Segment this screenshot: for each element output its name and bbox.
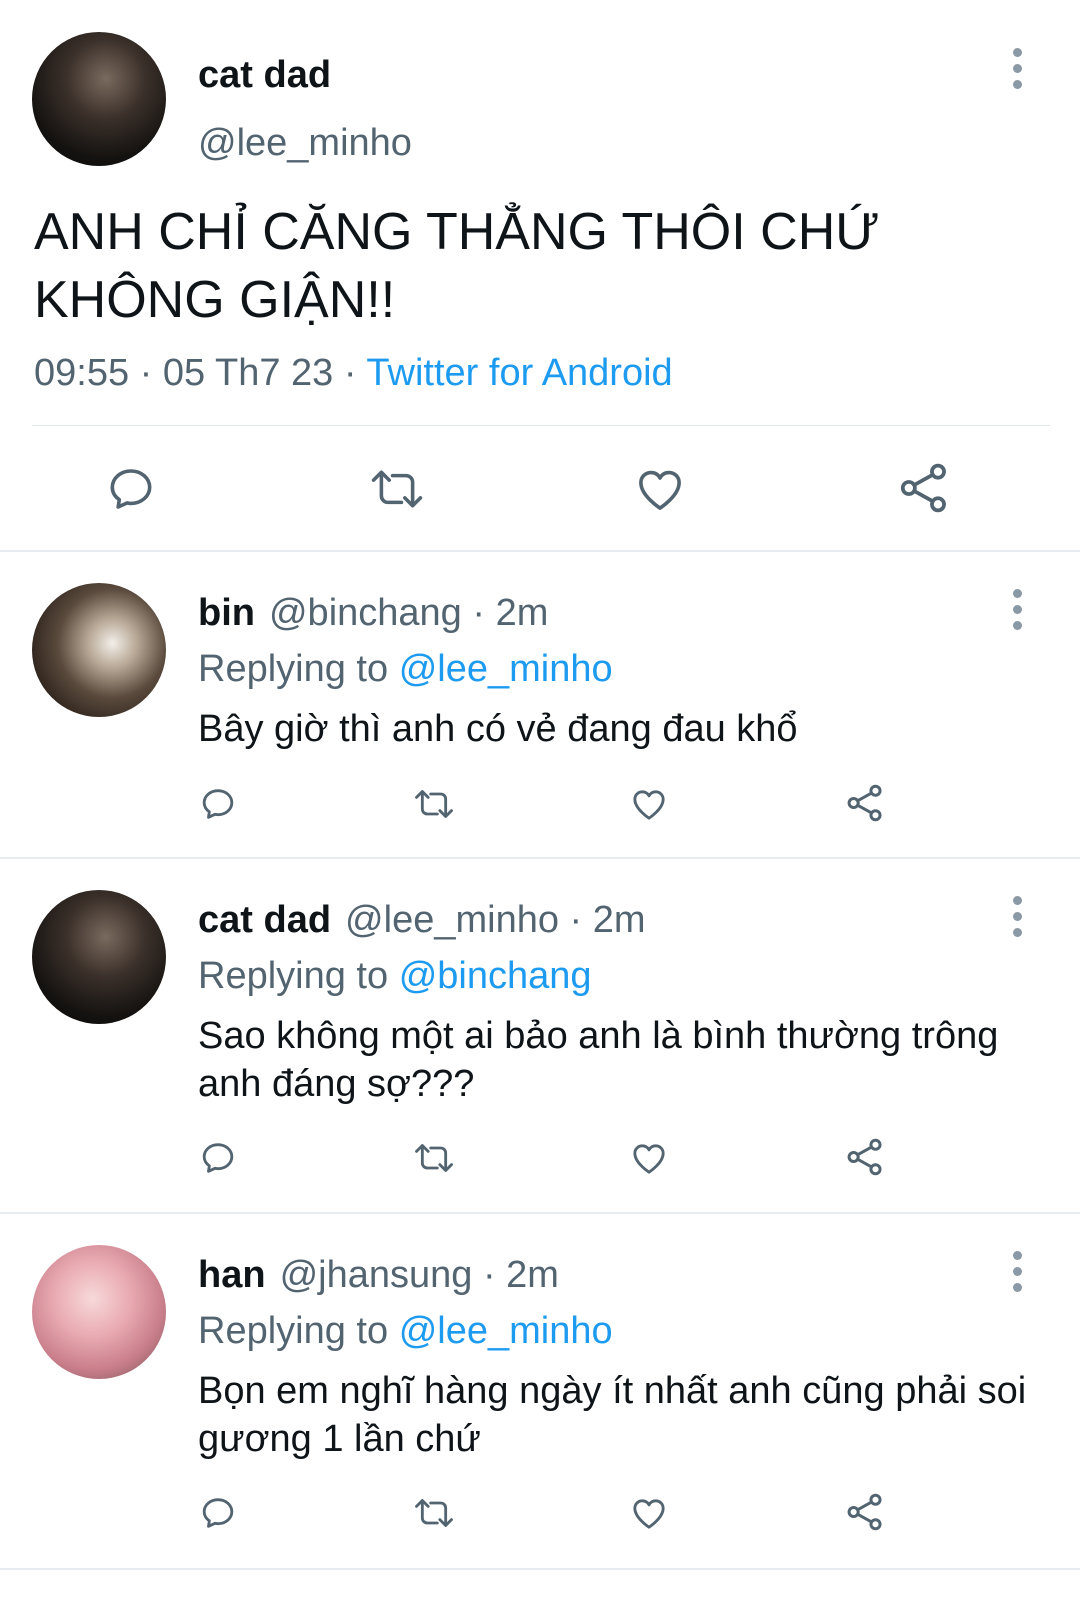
avatar[interactable] bbox=[32, 890, 166, 1024]
reply-button[interactable] bbox=[198, 784, 238, 824]
replying-to-link[interactable]: @lee_minho bbox=[399, 648, 613, 690]
heart-icon bbox=[629, 1493, 669, 1533]
replying-to-label: Replying to bbox=[198, 1310, 389, 1352]
reply-icon bbox=[198, 1493, 238, 1533]
user-handle[interactable]: @binchang bbox=[269, 592, 462, 634]
avatar[interactable] bbox=[32, 583, 166, 717]
retweet-icon bbox=[412, 1493, 456, 1533]
reply-button[interactable] bbox=[198, 1138, 238, 1178]
user-handle[interactable]: @lee_minho bbox=[198, 120, 412, 166]
more-options-button[interactable] bbox=[1009, 48, 1025, 92]
replying-to-label: Replying to bbox=[198, 955, 389, 997]
heart-icon bbox=[633, 462, 687, 516]
share-button[interactable] bbox=[844, 1491, 886, 1533]
retweet-icon bbox=[412, 1138, 456, 1178]
tweet-date: 05 Th7 23 bbox=[162, 352, 334, 394]
reply-header: cat dad @lee_minho · 2m bbox=[198, 897, 646, 943]
like-button[interactable] bbox=[629, 1138, 669, 1178]
retweet-icon bbox=[412, 784, 456, 824]
more-vertical-icon bbox=[1013, 896, 1022, 905]
replying-to: Replying to @lee_minho bbox=[198, 646, 613, 692]
display-name[interactable]: cat dad bbox=[198, 52, 331, 98]
share-icon bbox=[844, 1491, 886, 1533]
reply-text: Bọn em nghĩ hàng ngày ít nhất anh cũng p… bbox=[198, 1370, 1027, 1460]
divider bbox=[32, 425, 1050, 426]
tweet-age: · 2m bbox=[569, 899, 646, 941]
reply-button[interactable] bbox=[104, 462, 158, 516]
more-vertical-icon bbox=[1013, 1251, 1022, 1260]
replying-to-link[interactable]: @binchang bbox=[399, 955, 592, 997]
display-name[interactable]: han bbox=[198, 1254, 266, 1296]
avatar[interactable] bbox=[32, 32, 166, 166]
divider bbox=[0, 1212, 1080, 1214]
share-icon bbox=[844, 1136, 886, 1178]
reply-header: han @jhansung · 2m bbox=[198, 1252, 559, 1298]
like-button[interactable] bbox=[629, 1493, 669, 1533]
share-button[interactable] bbox=[844, 1136, 886, 1178]
tweet-age: · 2m bbox=[472, 592, 549, 634]
reply-icon bbox=[198, 784, 238, 824]
replying-to-label: Replying to bbox=[198, 648, 389, 690]
share-icon bbox=[896, 460, 952, 516]
share-button[interactable] bbox=[896, 460, 952, 516]
tweet-text: ANH CHỈ CĂNG THẲNG THÔI CHỨ KHÔNG GIẬN!! bbox=[34, 203, 880, 329]
reply-button[interactable] bbox=[198, 1493, 238, 1533]
heart-icon bbox=[629, 784, 669, 824]
tweet-meta: 09:55 · 05 Th7 23 · Twitter for Android bbox=[34, 350, 673, 396]
retweet-button[interactable] bbox=[412, 784, 456, 824]
reply-icon bbox=[104, 462, 158, 516]
more-vertical-icon bbox=[1013, 589, 1022, 598]
tweet-source-link[interactable]: Twitter for Android bbox=[366, 352, 672, 394]
replying-to: Replying to @binchang bbox=[198, 953, 592, 999]
user-handle[interactable]: @lee_minho bbox=[345, 899, 559, 941]
more-options-button[interactable] bbox=[1009, 896, 1025, 940]
retweet-icon bbox=[368, 462, 426, 516]
display-name[interactable]: cat dad bbox=[198, 899, 331, 941]
more-options-button[interactable] bbox=[1009, 589, 1025, 633]
retweet-button[interactable] bbox=[412, 1493, 456, 1533]
like-button[interactable] bbox=[633, 462, 687, 516]
tweet-age: · 2m bbox=[482, 1254, 559, 1296]
user-handle[interactable]: @jhansung bbox=[280, 1254, 473, 1296]
more-options-button[interactable] bbox=[1009, 1251, 1025, 1295]
share-icon bbox=[844, 782, 886, 824]
divider bbox=[0, 857, 1080, 859]
retweet-button[interactable] bbox=[412, 1138, 456, 1178]
divider bbox=[0, 550, 1080, 552]
reply-header: bin @binchang · 2m bbox=[198, 590, 548, 636]
meta-dot: · bbox=[343, 352, 357, 394]
tweet-time: 09:55 bbox=[34, 352, 130, 394]
replying-to-link[interactable]: @lee_minho bbox=[399, 1310, 613, 1352]
meta-dot: · bbox=[139, 352, 153, 394]
avatar[interactable] bbox=[32, 1245, 166, 1379]
display-name[interactable]: bin bbox=[198, 592, 255, 634]
reply-text: Bây giờ thì anh có vẻ đang đau khổ bbox=[198, 708, 798, 750]
divider bbox=[0, 1568, 1080, 1570]
more-vertical-icon bbox=[1013, 48, 1022, 57]
like-button[interactable] bbox=[629, 784, 669, 824]
reply-icon bbox=[198, 1138, 238, 1178]
share-button[interactable] bbox=[844, 782, 886, 824]
reply-text: Sao không một ai bảo anh là bình thường … bbox=[198, 1015, 999, 1105]
replying-to: Replying to @lee_minho bbox=[198, 1308, 613, 1354]
retweet-button[interactable] bbox=[368, 462, 426, 516]
heart-icon bbox=[629, 1138, 669, 1178]
